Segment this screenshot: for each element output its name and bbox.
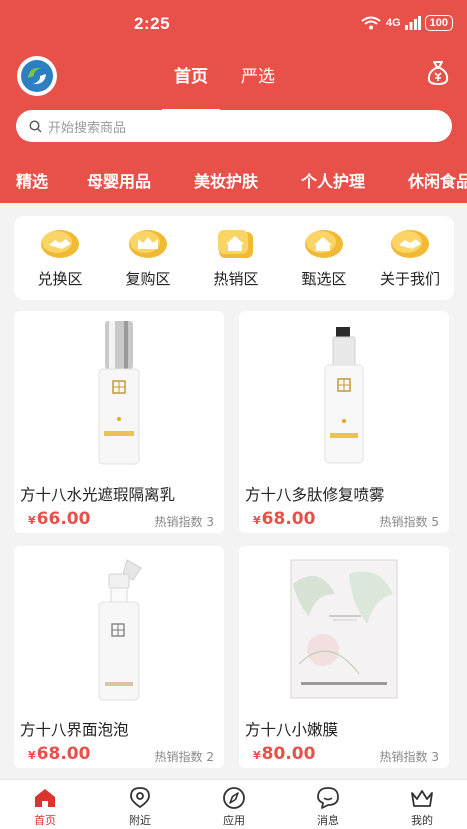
product-image bbox=[239, 311, 449, 476]
entry-label: 热销区 bbox=[213, 270, 259, 288]
tabbar-apps[interactable]: 应用 bbox=[204, 786, 264, 828]
entry-label: 甄选区 bbox=[301, 270, 347, 288]
tab-selection[interactable]: 严选 bbox=[241, 62, 275, 101]
category-tabs: 精选 母婴用品 美妆护肤 个人护理 休闲食品 bbox=[0, 164, 467, 202]
bottom-tab-bar: 首页 附近 应用 消息 我的 bbox=[0, 779, 467, 829]
wifi-icon bbox=[361, 16, 381, 30]
category-snacks[interactable]: 休闲食品 bbox=[408, 168, 467, 192]
handshake-icon bbox=[40, 228, 80, 260]
hot-index: 热销指数 3 bbox=[154, 515, 214, 529]
network-label: 4G bbox=[385, 17, 401, 29]
top-tabs: 首页 严选 bbox=[162, 62, 275, 111]
product-card[interactable]: 方十八小嫩膜 ¥80.00 热销指数 3 bbox=[239, 546, 449, 768]
product-image bbox=[14, 311, 224, 476]
app-logo[interactable] bbox=[17, 56, 57, 96]
product-price: ¥68.00 bbox=[253, 509, 315, 529]
crown-icon bbox=[411, 790, 433, 807]
product-card[interactable]: 方十八水光遮瑕隔离乳 ¥66.00 热销指数 3 bbox=[14, 311, 224, 533]
currency-symbol: ¥ bbox=[253, 749, 261, 762]
crown-icon bbox=[128, 228, 168, 260]
entry-label: 关于我们 bbox=[379, 270, 440, 288]
product-name: 方十八界面泡泡 bbox=[20, 721, 129, 739]
tabbar-nearby[interactable]: 附近 bbox=[110, 786, 170, 828]
status-bar: 2:25 4G 100 bbox=[0, 0, 467, 50]
header: 2:25 4G 100 首页 严选 开始搜索商品 精选 母婴用品 美妆护肤 个人… bbox=[0, 0, 467, 203]
location-icon bbox=[130, 787, 150, 809]
category-baby[interactable]: 母婴用品 bbox=[87, 168, 151, 192]
search-input[interactable]: 开始搜索商品 bbox=[16, 110, 452, 142]
price-value: 68.00 bbox=[261, 509, 316, 529]
entry-hot-sale[interactable]: 热销区 bbox=[196, 228, 276, 289]
search-icon bbox=[29, 119, 42, 132]
category-personal-care[interactable]: 个人护理 bbox=[301, 168, 365, 192]
category-beauty[interactable]: 美妆护肤 bbox=[194, 168, 258, 192]
product-name: 方十八水光遮瑕隔离乳 bbox=[20, 486, 176, 504]
tabbar-home[interactable]: 首页 bbox=[15, 786, 75, 828]
signal-icon bbox=[404, 16, 421, 30]
logo-icon bbox=[21, 60, 53, 92]
currency-symbol: ¥ bbox=[253, 514, 261, 527]
product-name: 方十八小嫩膜 bbox=[245, 721, 339, 739]
house-icon bbox=[304, 228, 344, 260]
entry-label: 兑换区 bbox=[37, 270, 83, 288]
quick-entries: 兑换区 复购区 热销区 甄选区 关于我们 bbox=[14, 216, 454, 300]
price-value: 68.00 bbox=[36, 744, 91, 764]
currency-symbol: ¥ bbox=[28, 514, 36, 527]
price-value: 80.00 bbox=[261, 744, 316, 764]
product-price: ¥80.00 bbox=[253, 744, 315, 764]
hot-index: 热销指数 3 bbox=[379, 750, 439, 764]
product-name: 方十八多肽修复喷雾 bbox=[245, 486, 385, 504]
house-icon bbox=[216, 228, 256, 260]
product-price: ¥66.00 bbox=[28, 509, 90, 529]
price-value: 66.00 bbox=[36, 509, 91, 529]
hot-index: 热销指数 5 bbox=[379, 515, 439, 529]
handshake-icon bbox=[390, 228, 430, 260]
hot-index: 热销指数 2 bbox=[154, 750, 214, 764]
product-image bbox=[239, 546, 449, 711]
entry-about-us[interactable]: 关于我们 bbox=[370, 228, 450, 289]
status-icons: 4G 100 bbox=[360, 15, 453, 31]
tabbar-label: 应用 bbox=[223, 814, 245, 827]
currency-symbol: ¥ bbox=[28, 749, 36, 762]
compass-icon bbox=[223, 787, 245, 809]
money-bag-icon[interactable] bbox=[427, 60, 449, 86]
battery-indicator: 100 bbox=[424, 15, 453, 31]
entry-repurchase[interactable]: 复购区 bbox=[108, 228, 188, 289]
product-price: ¥68.00 bbox=[28, 744, 90, 764]
product-card[interactable]: 方十八界面泡泡 ¥68.00 热销指数 2 bbox=[14, 546, 224, 768]
tab-home[interactable]: 首页 bbox=[162, 62, 220, 111]
entry-label: 复购区 bbox=[125, 270, 171, 288]
tabbar-messages[interactable]: 消息 bbox=[298, 786, 358, 828]
tabbar-label: 首页 bbox=[34, 814, 56, 827]
status-time: 2:25 bbox=[134, 14, 171, 33]
product-card[interactable]: 方十八多肽修复喷雾 ¥68.00 热销指数 5 bbox=[239, 311, 449, 533]
entry-curated[interactable]: 甄选区 bbox=[284, 228, 364, 289]
category-featured[interactable]: 精选 bbox=[16, 168, 48, 192]
tabbar-mine[interactable]: 我的 bbox=[392, 786, 452, 828]
tabbar-label: 消息 bbox=[317, 814, 339, 827]
tabbar-label: 附近 bbox=[129, 814, 151, 827]
chat-icon bbox=[317, 787, 339, 809]
entry-exchange[interactable]: 兑换区 bbox=[20, 228, 100, 289]
home-icon bbox=[35, 789, 55, 807]
tabbar-label: 我的 bbox=[411, 814, 433, 827]
search-placeholder: 开始搜索商品 bbox=[48, 120, 127, 136]
product-image bbox=[14, 546, 224, 711]
